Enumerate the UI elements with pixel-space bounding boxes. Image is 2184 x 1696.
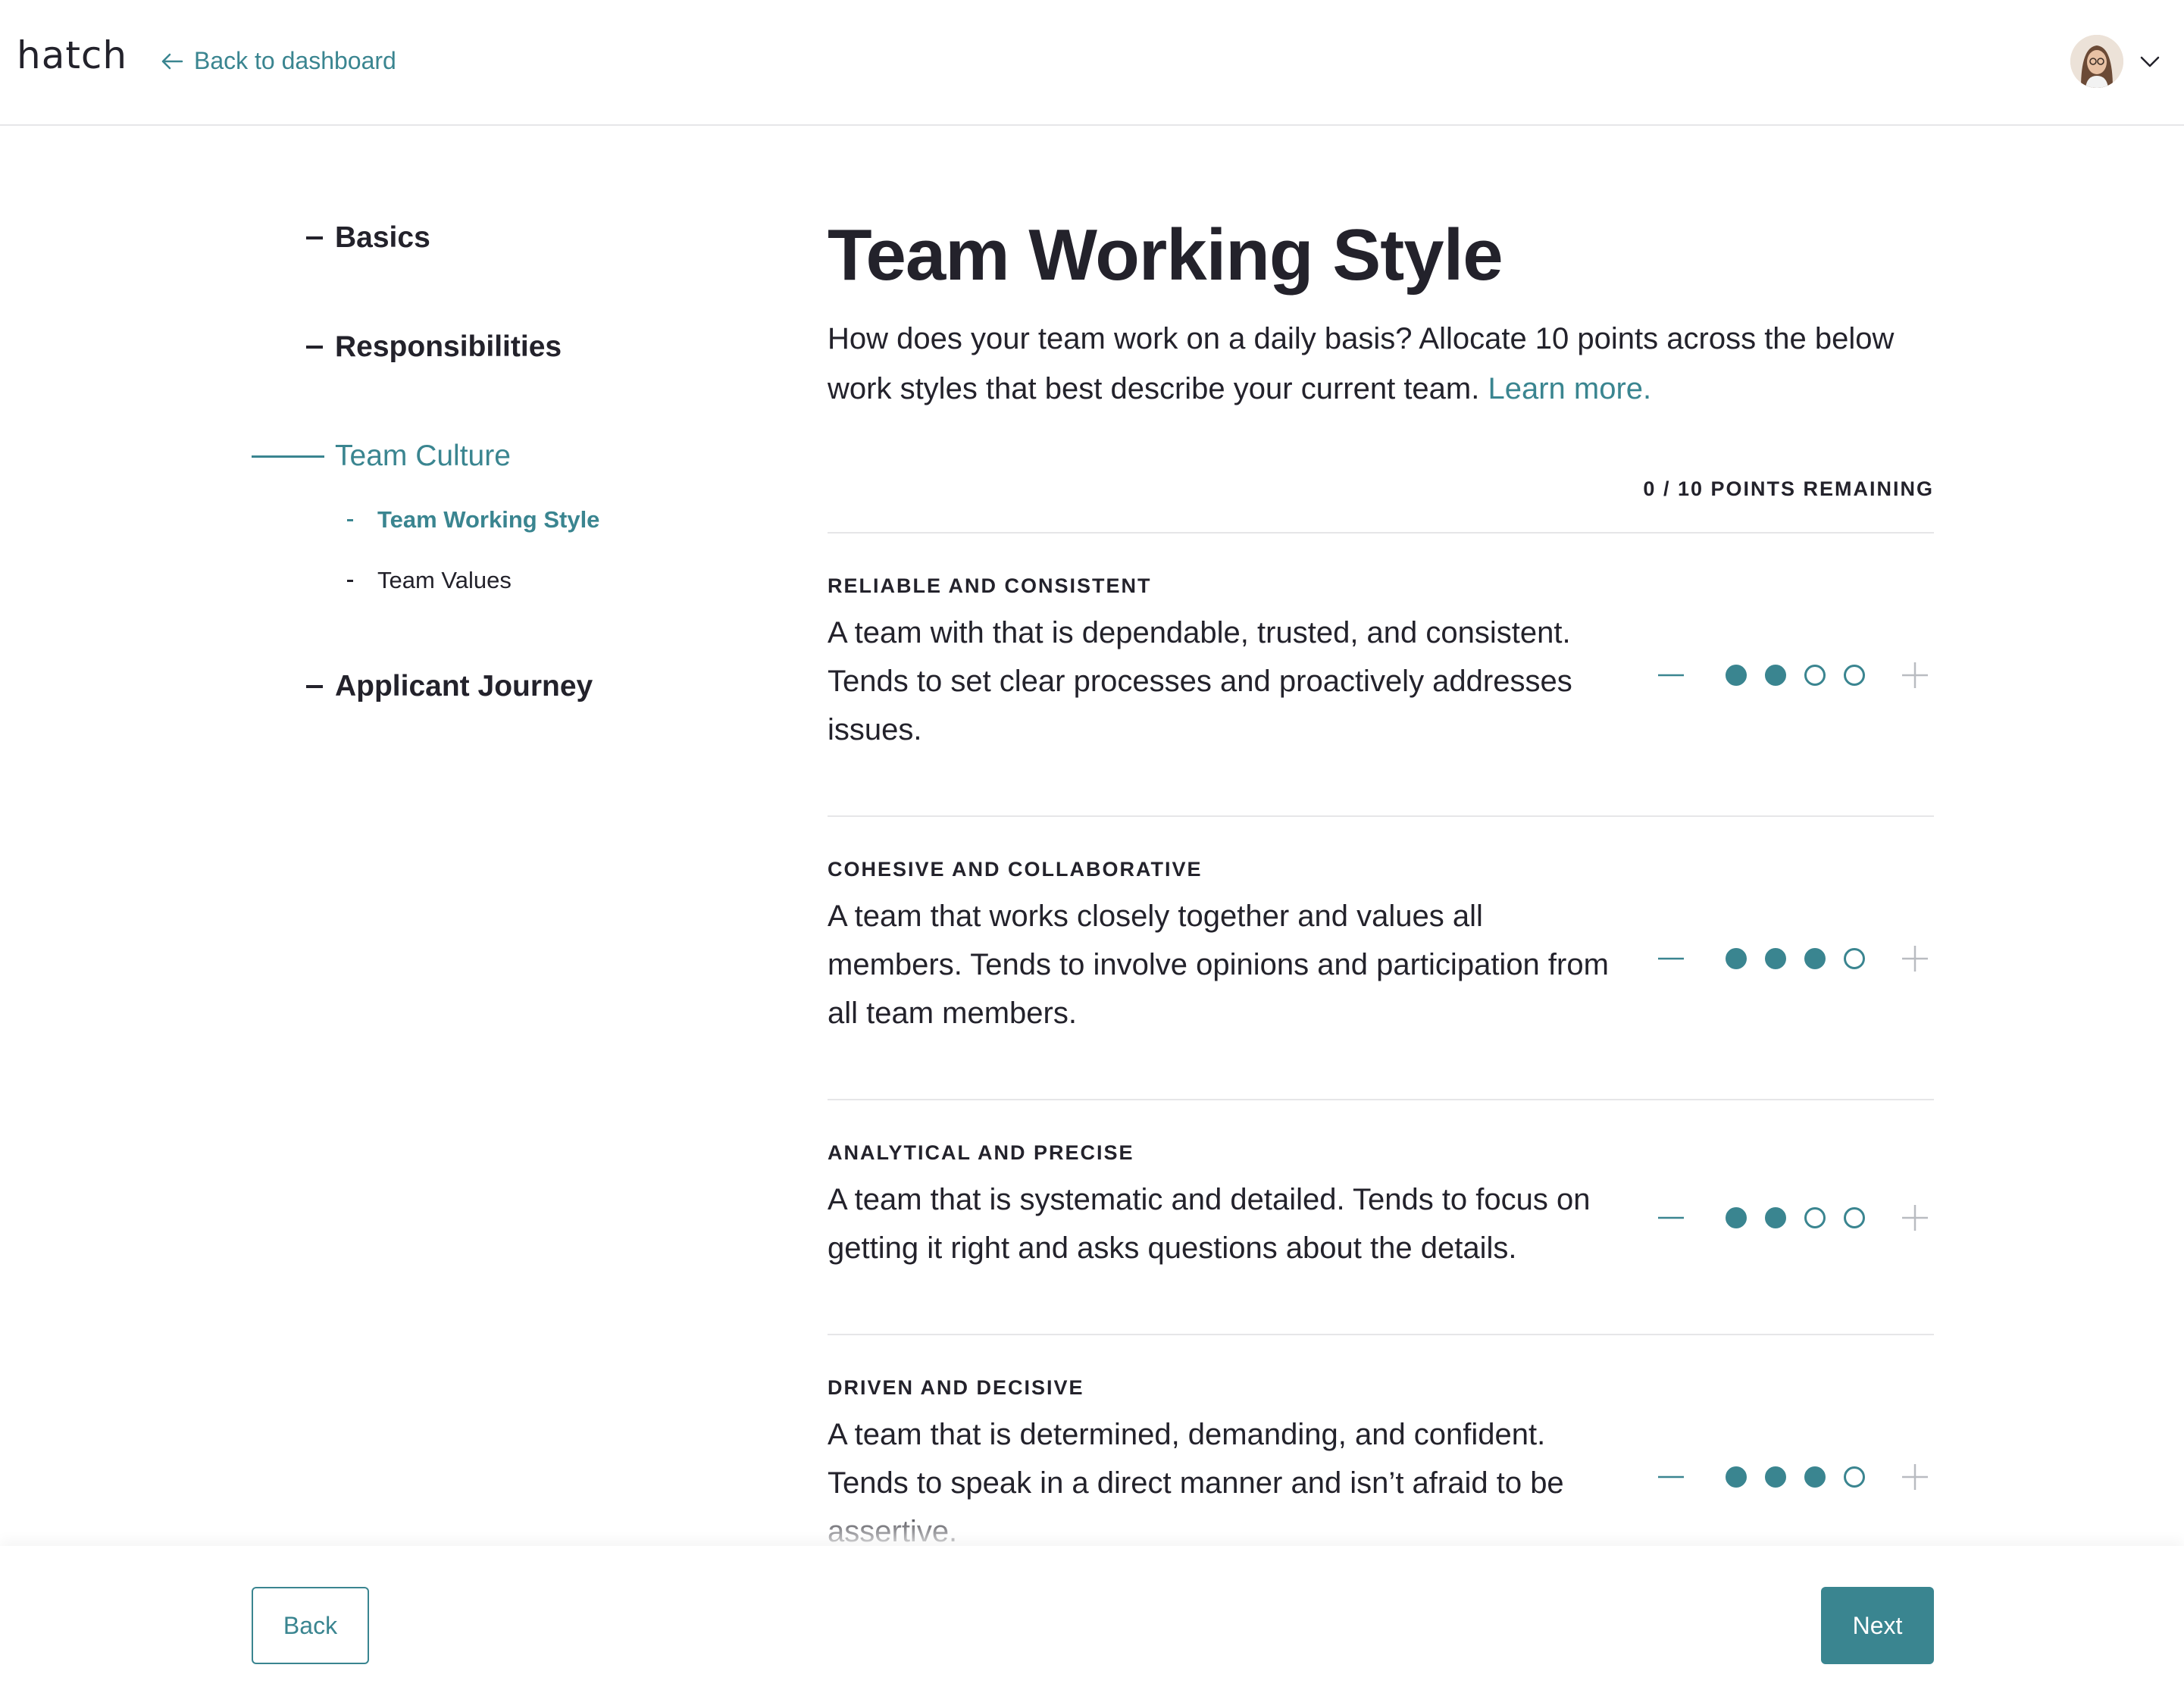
divider <box>828 532 1934 534</box>
point-dot-filled[interactable] <box>1726 1207 1747 1228</box>
point-dot-filled[interactable] <box>1804 1466 1826 1488</box>
point-dot-empty[interactable] <box>1844 948 1865 969</box>
back-to-dashboard-label: Back to dashboard <box>194 47 396 74</box>
decrease-points-button[interactable] <box>1657 944 1685 973</box>
decrease-points-button[interactable] <box>1657 1203 1685 1232</box>
point-dot-filled[interactable] <box>1804 948 1826 969</box>
style-category: DRIVEN AND DECISIVE <box>828 1376 1084 1399</box>
style-description: A team that is systematic and detailed. … <box>828 1183 1591 1265</box>
sidebar-subitem-team-working-style[interactable]: Team Working Style <box>347 506 599 534</box>
sidebar-item-label: Team Culture <box>335 440 511 472</box>
divider <box>828 1099 1934 1100</box>
chevron-down-icon[interactable] <box>2139 50 2161 73</box>
sidebar-item-applicant-journey[interactable]: Applicant Journey <box>306 670 593 703</box>
sidebar-subitem-label: Team Values <box>377 567 512 593</box>
sidebar-item-basics[interactable]: Basics <box>306 221 430 255</box>
point-dot-filled[interactable] <box>1726 948 1747 969</box>
point-dot-filled[interactable] <box>1765 1207 1786 1228</box>
point-dot-empty[interactable] <box>1804 665 1826 686</box>
increase-points-button[interactable] <box>1901 661 1929 690</box>
point-dot-filled[interactable] <box>1726 665 1747 686</box>
decrease-points-button[interactable] <box>1657 1463 1685 1491</box>
style-category: RELIABLE AND CONSISTENT <box>828 574 1152 597</box>
bullet-icon <box>347 518 353 521</box>
active-line-icon <box>252 455 324 458</box>
dash-icon <box>306 236 323 239</box>
back-button[interactable]: Back <box>252 1587 369 1664</box>
style-description: A team that works closely together and v… <box>828 900 1609 1030</box>
avatar-portrait-icon <box>2070 35 2123 88</box>
page-title: Team Working Style <box>828 214 1503 296</box>
point-dot-empty[interactable] <box>1804 1207 1826 1228</box>
user-avatar[interactable] <box>2070 35 2123 88</box>
page-intro: How does your team work on a daily basis… <box>828 314 1949 414</box>
sidebar-subitem-team-values[interactable]: Team Values <box>347 567 512 594</box>
divider <box>828 815 1934 817</box>
point-dot-filled[interactable] <box>1726 1466 1747 1488</box>
arrow-left-icon <box>161 53 183 69</box>
sidebar-item-label: Responsibilities <box>335 330 562 363</box>
sidebar-subitem-label: Team Working Style <box>377 506 600 533</box>
style-row-cohesive: COHESIVE AND COLLABORATIVE A team that w… <box>828 858 1934 1037</box>
next-button[interactable]: Next <box>1821 1587 1934 1664</box>
point-dot-filled[interactable] <box>1765 1466 1786 1488</box>
point-dot-empty[interactable] <box>1844 1466 1865 1488</box>
decrease-points-button[interactable] <box>1657 661 1685 690</box>
points-remaining-counter: 0 / 10 POINTS REMAINING <box>1643 477 1934 500</box>
point-dot-empty[interactable] <box>1844 665 1865 686</box>
increase-points-button[interactable] <box>1901 944 1929 973</box>
style-description: A team with that is dependable, trusted,… <box>828 616 1572 746</box>
increase-points-button[interactable] <box>1901 1203 1929 1232</box>
sidebar-item-label: Basics <box>335 221 430 254</box>
point-dot-filled[interactable] <box>1765 948 1786 969</box>
hatch-logo[interactable]: hatch <box>17 33 127 77</box>
learn-more-link[interactable]: Learn more. <box>1488 372 1651 405</box>
top-header: hatch Back to dashboard <box>0 0 2184 126</box>
style-row-analytical: ANALYTICAL AND PRECISE A team that is sy… <box>828 1141 1934 1272</box>
divider <box>828 1334 1934 1335</box>
style-row-reliable: RELIABLE AND CONSISTENT A team with that… <box>828 574 1934 754</box>
point-dot-filled[interactable] <box>1765 665 1786 686</box>
style-category: COHESIVE AND COLLABORATIVE <box>828 858 1203 881</box>
style-category: ANALYTICAL AND PRECISE <box>828 1141 1134 1164</box>
back-to-dashboard-link[interactable]: Back to dashboard <box>161 47 396 75</box>
sidebar-item-responsibilities[interactable]: Responsibilities <box>306 330 562 364</box>
point-dot-empty[interactable] <box>1844 1207 1865 1228</box>
increase-points-button[interactable] <box>1901 1463 1929 1491</box>
sidebar-item-team-culture[interactable]: Team Culture <box>252 440 511 473</box>
dash-icon <box>306 346 323 349</box>
dash-icon <box>306 685 323 688</box>
bullet-icon <box>347 579 353 582</box>
intro-text: How does your team work on a daily basis… <box>828 322 1895 405</box>
scroll-fade <box>0 1508 2184 1550</box>
sidebar-item-label: Applicant Journey <box>335 670 593 702</box>
